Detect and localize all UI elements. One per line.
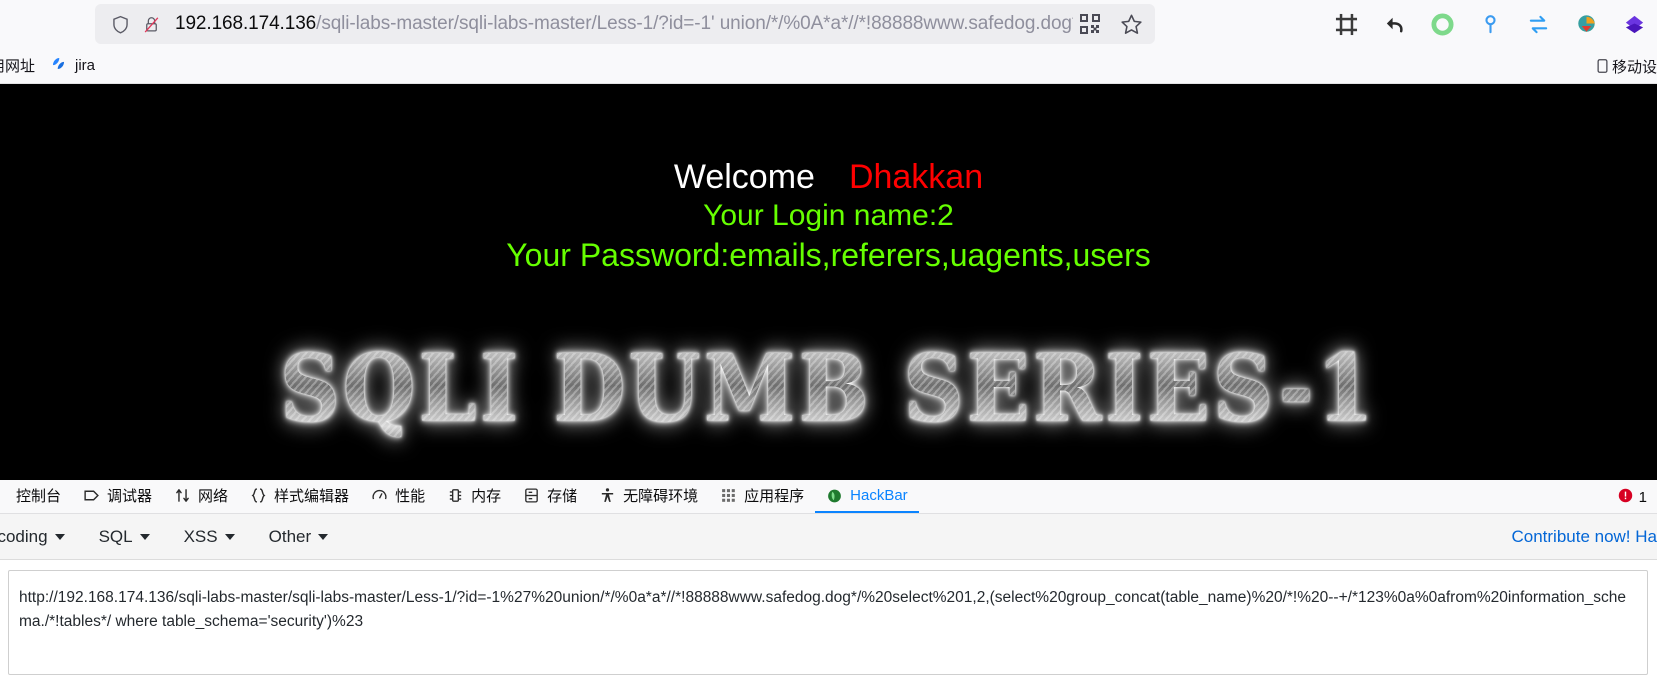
- devtools-tab-network[interactable]: 网络: [163, 480, 239, 513]
- browser-navbar: 192.168.174.136/sqli-labs-master/sqli-la…: [0, 0, 1657, 48]
- hackbar-menu-sql[interactable]: SQL: [82, 527, 167, 547]
- hackbar-body: [0, 560, 1657, 675]
- bookmark-label: 用网址: [0, 58, 36, 75]
- bookmark-label: 移动设: [1611, 58, 1657, 76]
- hackbar-menu-xss[interactable]: XSS: [167, 527, 252, 547]
- debugger-icon: [83, 487, 100, 504]
- memory-icon: [447, 487, 464, 504]
- menu-label: XSS: [183, 526, 218, 546]
- devtools-tab-performance[interactable]: 性能: [360, 480, 436, 513]
- sqli-dumb-series-logo: SQLI DUMB SERIES-1: [279, 333, 1378, 443]
- hackbar-menu-encoding[interactable]: ncoding: [0, 527, 82, 547]
- contribute-link[interactable]: Contribute now! Ha: [1511, 514, 1657, 559]
- tab-label: HackBar: [850, 487, 908, 504]
- hackbar-menu-bar: ncoding SQL XSS Other Contribute now! Ha: [0, 514, 1657, 560]
- devtools-tab-style-editor[interactable]: 样式编辑器: [239, 480, 360, 513]
- url-path: /sqli-labs-master/sqli-labs-master/Less-…: [316, 13, 1073, 34]
- devtools-tab-hackbar[interactable]: HackBar: [815, 480, 919, 513]
- welcome-heading: Welcome Dhakkan: [0, 158, 1657, 197]
- swap-arrows-icon[interactable]: [1525, 11, 1551, 37]
- storage-icon: [523, 487, 540, 504]
- undo-arrow-icon[interactable]: [1381, 11, 1407, 37]
- accessibility-icon: [599, 487, 616, 504]
- screenshot-crop-icon[interactable]: [1333, 11, 1359, 37]
- user-name: Dhakkan: [848, 158, 984, 196]
- insecure-lock-icon[interactable]: [141, 12, 161, 36]
- tab-label: 无障碍环境: [623, 488, 699, 505]
- welcome-text: Welcome: [673, 158, 815, 196]
- qr-code-icon[interactable]: [1077, 11, 1103, 37]
- error-badge[interactable]: 1: [1617, 487, 1647, 508]
- menu-label: Other: [268, 526, 312, 546]
- application-grid-icon: [720, 487, 737, 504]
- error-circle-icon: [1617, 487, 1634, 508]
- devtools-status: 1: [1617, 480, 1647, 513]
- devtools-tab-memory[interactable]: 内存: [436, 480, 512, 513]
- diamond-extension-icon[interactable]: [1621, 11, 1647, 37]
- bookmarks-bar: 用网址 jira 移动设: [0, 48, 1657, 84]
- tab-label: 性能: [395, 488, 426, 505]
- pin-marker-icon[interactable]: [1477, 11, 1503, 37]
- extension-icons: [1333, 0, 1647, 48]
- chevron-down-icon: [318, 533, 329, 540]
- devtools-tab-application[interactable]: 应用程序: [709, 480, 815, 513]
- bookmark-item-mobile[interactable]: 移动设: [1595, 48, 1657, 84]
- page-viewport: Welcome Dhakkan Your Login name:2 Your Pa…: [0, 84, 1657, 480]
- devtools-tab-bar: 控制台 调试器 网络 样式编辑器 性能 内存 存储 无障碍环境 应用程序 Hac…: [0, 480, 1657, 514]
- hackbar-menu-other[interactable]: Other: [252, 527, 346, 547]
- url-bar[interactable]: 192.168.174.136/sqli-labs-master/sqli-la…: [95, 4, 1155, 44]
- chevron-down-icon: [139, 533, 150, 540]
- bookmark-item-jira[interactable]: jira: [42, 51, 102, 80]
- shield-icon[interactable]: [109, 12, 131, 36]
- mobile-device-icon: [1595, 56, 1610, 76]
- devtools-tab-console[interactable]: 控制台: [0, 480, 72, 513]
- bookmark-item-folder[interactable]: 用网址: [0, 52, 42, 79]
- console-icon: [0, 487, 9, 504]
- error-count: 1: [1638, 488, 1647, 506]
- proxy-switchyomega-icon[interactable]: [1429, 11, 1455, 37]
- bookmark-label: jira: [75, 57, 96, 74]
- hackbar-icon: [826, 487, 843, 504]
- tab-label: 存储: [547, 488, 578, 505]
- bookmark-star-icon[interactable]: [1117, 10, 1145, 38]
- network-arrows-icon: [174, 487, 191, 504]
- devtools-tab-accessibility[interactable]: 无障碍环境: [588, 480, 709, 513]
- tab-label: 网络: [198, 488, 229, 505]
- devtools-tab-debugger[interactable]: 调试器: [72, 480, 163, 513]
- jira-icon: [49, 54, 68, 77]
- url-domain: 192.168.174.136: [175, 13, 317, 34]
- tab-label: 应用程序: [744, 488, 805, 505]
- tab-label: 内存: [471, 488, 502, 505]
- devtools-tab-storage[interactable]: 存储: [512, 480, 588, 513]
- menu-label: ncoding: [0, 526, 48, 546]
- performance-gauge-icon: [371, 487, 388, 504]
- chevron-down-icon: [54, 533, 65, 540]
- idm-download-icon[interactable]: [1573, 11, 1599, 37]
- hackbar-url-input[interactable]: [8, 570, 1648, 675]
- chevron-down-icon: [224, 533, 235, 540]
- tab-label: 控制台: [16, 488, 62, 505]
- style-editor-icon: [250, 487, 267, 504]
- tab-label: 调试器: [107, 488, 153, 505]
- password-line: Your Password:emails,referers,uagents,us…: [506, 236, 1151, 273]
- login-name-line: Your Login name:2: [703, 199, 954, 233]
- url-text[interactable]: 192.168.174.136/sqli-labs-master/sqli-la…: [175, 4, 1073, 44]
- sqli-logo-wrap: SQLI DUMB SERIES-1: [0, 333, 1657, 443]
- menu-label: SQL: [98, 526, 133, 546]
- tab-label: 样式编辑器: [274, 488, 350, 505]
